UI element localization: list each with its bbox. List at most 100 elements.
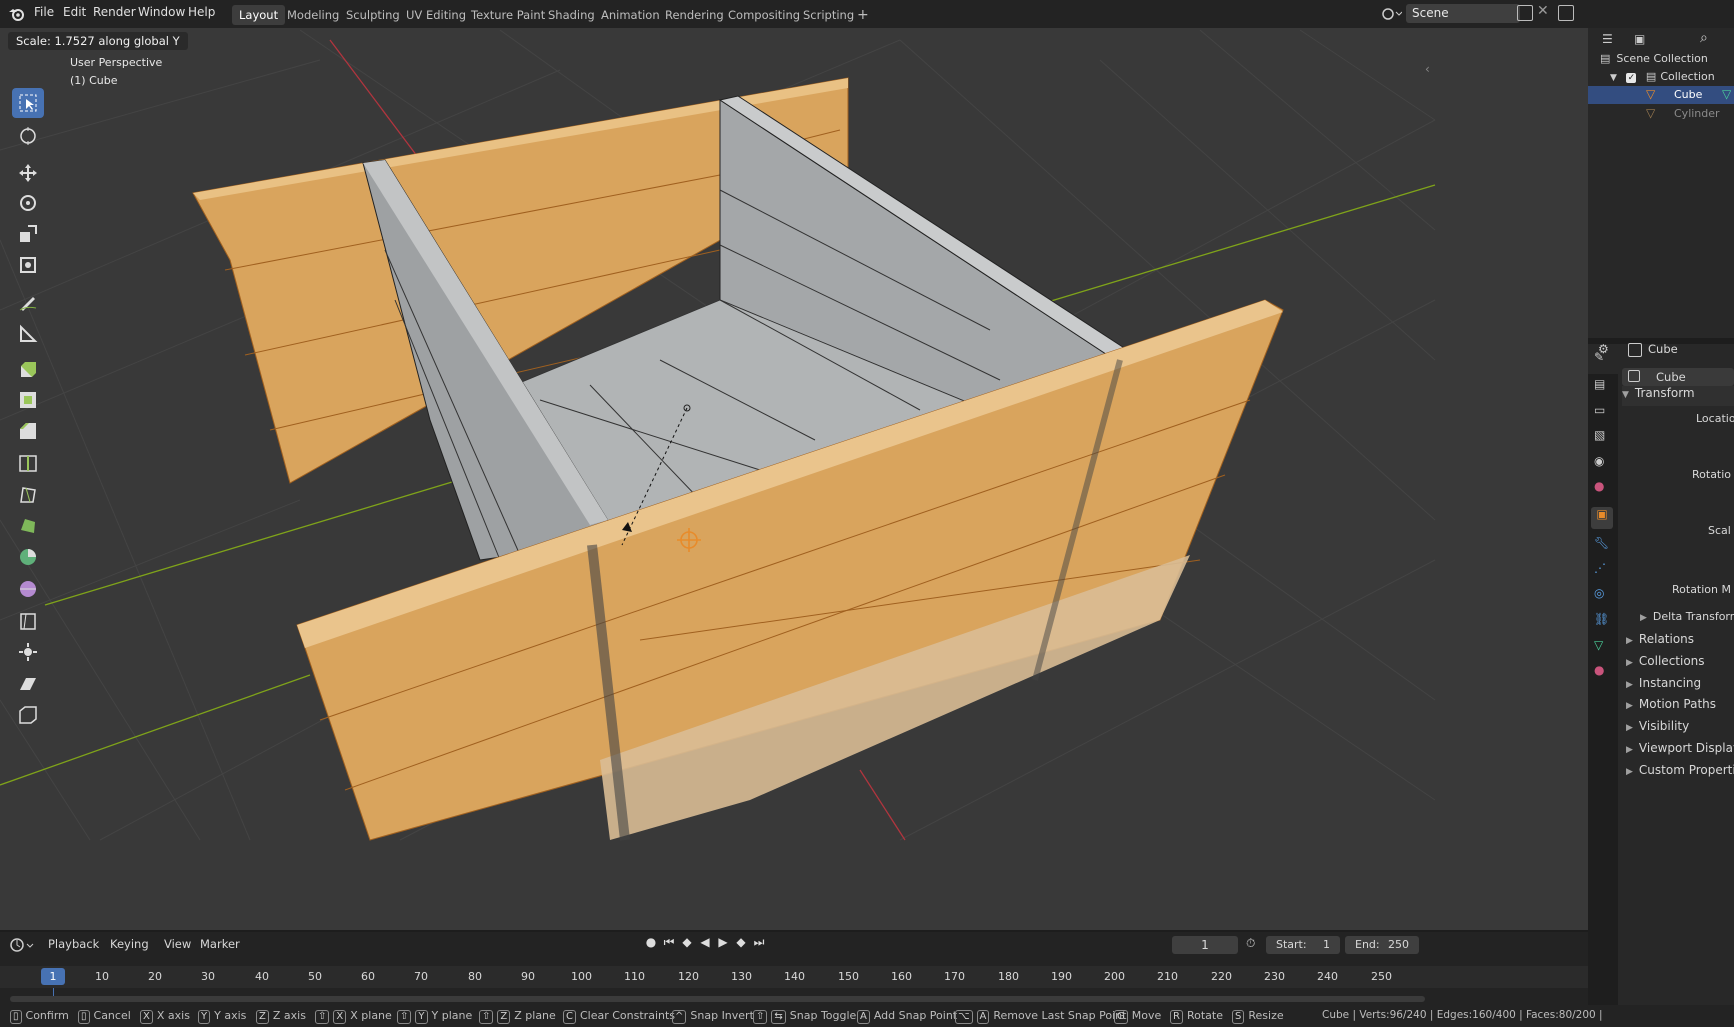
edge-slide-tool-icon[interactable] [12, 606, 44, 636]
tab-layout[interactable]: Layout [232, 5, 286, 25]
delta-transform-subpanel[interactable]: ▶ Delta Transform [1640, 610, 1734, 623]
outliner-item-label: Cube [1674, 88, 1703, 101]
search-icon[interactable]: ⌕ [1700, 30, 1708, 46]
viewport-display-panel-header[interactable]: ▶ Viewport Display [1626, 741, 1734, 755]
select-box-tool-icon[interactable] [12, 88, 44, 118]
world-tab-icon[interactable]: ● [1594, 479, 1612, 497]
scene-selector-icon[interactable] [1380, 4, 1403, 24]
relations-panel-header[interactable]: ▶ Relations [1626, 632, 1694, 646]
tab-modeling[interactable]: Modeling [280, 5, 346, 25]
play-icon[interactable]: ▶ [715, 935, 731, 955]
object-name-field[interactable]: Cube [1622, 368, 1734, 386]
shear-tool-icon[interactable] [12, 669, 44, 699]
rip-tool-icon[interactable] [12, 700, 44, 730]
mesh-data-icon[interactable]: ▽ [1722, 87, 1731, 101]
loop-cut-tool-icon[interactable] [12, 448, 44, 478]
sidebar-toggle-icon[interactable]: ‹ [1425, 62, 1430, 76]
tab-texture-paint[interactable]: Texture Paint [464, 5, 552, 25]
bevel-tool-icon[interactable] [12, 416, 44, 446]
expand-icon[interactable]: ▼ [1610, 73, 1617, 83]
collections-panel-header[interactable]: ▶ Collections [1626, 654, 1705, 668]
tab-shading[interactable]: Shading [541, 5, 602, 25]
modifier-tab-icon[interactable]: 🔧︎ [1594, 536, 1612, 554]
scene-tab-icon[interactable]: ◉ [1594, 454, 1612, 472]
frame-ruler[interactable]: 1 10 20 30 40 50 60 70 80 90 100 110 120… [0, 966, 1588, 988]
outliner-editor-type-icon[interactable]: ☰ [1602, 32, 1626, 50]
cursor-tool-icon[interactable] [12, 121, 44, 151]
rotate-tool-icon[interactable] [12, 188, 44, 218]
transform-panel-header[interactable]: ▼ Transform [1622, 386, 1734, 406]
3d-viewport[interactable]: Scale: 1.7527 along global Y User Perspe… [0, 28, 1588, 930]
jump-start-icon[interactable]: ⏮ [661, 935, 677, 955]
render-tab-icon[interactable]: ▤ [1594, 377, 1612, 395]
spin-tool-icon[interactable] [12, 542, 44, 572]
inset-tool-icon[interactable] [12, 385, 44, 415]
scene-name-field[interactable]: Scene [1406, 4, 1520, 23]
timeline-scrollbar[interactable] [10, 996, 1425, 1002]
extrude-tool-icon[interactable] [12, 354, 44, 384]
tab-animation[interactable]: Animation [594, 5, 667, 25]
poly-build-tool-icon[interactable] [12, 511, 44, 541]
view-layer-tab-icon[interactable]: ▧ [1594, 428, 1612, 446]
start-frame-field[interactable]: Start: 1 [1266, 936, 1340, 954]
transform-tool-icon[interactable] [12, 250, 44, 280]
particles-tab-icon[interactable]: ⋰ [1594, 561, 1612, 579]
editor-type-icon[interactable] [8, 936, 36, 954]
blender-logo-icon[interactable] [8, 5, 26, 23]
ruler-tick: 140 [784, 970, 805, 983]
outliner-item-cylinder[interactable]: ▽ Cylinder [1588, 105, 1734, 123]
view-layer-icon[interactable] [1558, 5, 1574, 21]
new-scene-icon[interactable] [1517, 5, 1533, 21]
menu-help[interactable]: Help [188, 5, 215, 19]
stopwatch-icon[interactable]: ⏱ [1246, 936, 1255, 951]
play-reverse-icon[interactable]: ◀ [697, 935, 713, 955]
annotate-tool-icon[interactable] [12, 287, 44, 317]
playback-menu[interactable]: Playback [48, 937, 99, 951]
collection-row[interactable]: ▼ ✓ ▤ Collection [1610, 70, 1715, 83]
menu-render[interactable]: Render [93, 5, 136, 19]
output-tab-icon[interactable]: ▭ [1594, 403, 1612, 421]
display-mode-icon[interactable]: ▣ [1634, 32, 1658, 50]
shrink-fatten-tool-icon[interactable] [12, 637, 44, 667]
smooth-tool-icon[interactable] [12, 574, 44, 604]
data-tab-icon[interactable]: ▽ [1594, 638, 1612, 656]
tab-compositing[interactable]: Compositing [721, 5, 807, 25]
jump-end-icon[interactable]: ⏭ [751, 935, 767, 955]
menu-file[interactable]: File [34, 5, 54, 19]
move-tool-icon[interactable] [12, 158, 44, 188]
scale-tool-icon[interactable] [12, 219, 44, 249]
view-menu[interactable]: View [164, 937, 191, 951]
marker-menu[interactable]: Marker [200, 937, 240, 951]
tab-sculpting[interactable]: Sculpting [339, 5, 407, 25]
viewport-scene[interactable] [0, 28, 1588, 930]
physics-tab-icon[interactable]: ◎ [1594, 586, 1612, 604]
material-tab-icon[interactable]: ● [1594, 663, 1612, 681]
record-icon[interactable]: ● [643, 935, 659, 955]
outliner-item-cube[interactable]: ▽ Cube ▽ [1588, 86, 1734, 104]
menu-edit[interactable]: Edit [63, 5, 86, 19]
checkbox-icon[interactable]: ✓ [1626, 73, 1637, 83]
section-label: Visibility [1638, 719, 1690, 733]
instancing-panel-header[interactable]: ▶ Instancing [1626, 676, 1701, 690]
add-workspace-button[interactable]: + [850, 5, 876, 25]
end-frame-field[interactable]: End: 250 [1345, 936, 1419, 954]
keying-menu[interactable]: Keying [110, 937, 149, 951]
knife-tool-icon[interactable] [12, 479, 44, 509]
menu-window[interactable]: Window [138, 5, 185, 19]
delete-scene-icon[interactable]: ✕ [1537, 3, 1549, 19]
tool-tab-icon[interactable]: ✎ [1594, 350, 1612, 368]
tab-uv-editing[interactable]: UV Editing [399, 5, 473, 25]
playhead[interactable]: 1 [41, 968, 65, 985]
visibility-panel-header[interactable]: ▶ Visibility [1626, 719, 1689, 733]
scene-collection-row[interactable]: ▤ Scene Collection [1600, 52, 1708, 65]
object-tab-icon[interactable]: ▣ [1591, 507, 1613, 529]
custom-properties-panel-header[interactable]: ▶ Custom Propertie [1626, 763, 1734, 777]
tab-rendering[interactable]: Rendering [658, 5, 731, 25]
current-frame-field[interactable]: 1 [1172, 936, 1238, 954]
measure-tool-icon[interactable] [12, 318, 44, 348]
next-keyframe-icon[interactable]: ◆ [733, 935, 749, 955]
ruler-tick: 150 [838, 970, 859, 983]
motion-paths-panel-header[interactable]: ▶ Motion Paths [1626, 697, 1716, 711]
constraints-tab-icon[interactable]: ⛓︎ [1594, 612, 1612, 630]
prev-keyframe-icon[interactable]: ◆ [679, 935, 695, 955]
